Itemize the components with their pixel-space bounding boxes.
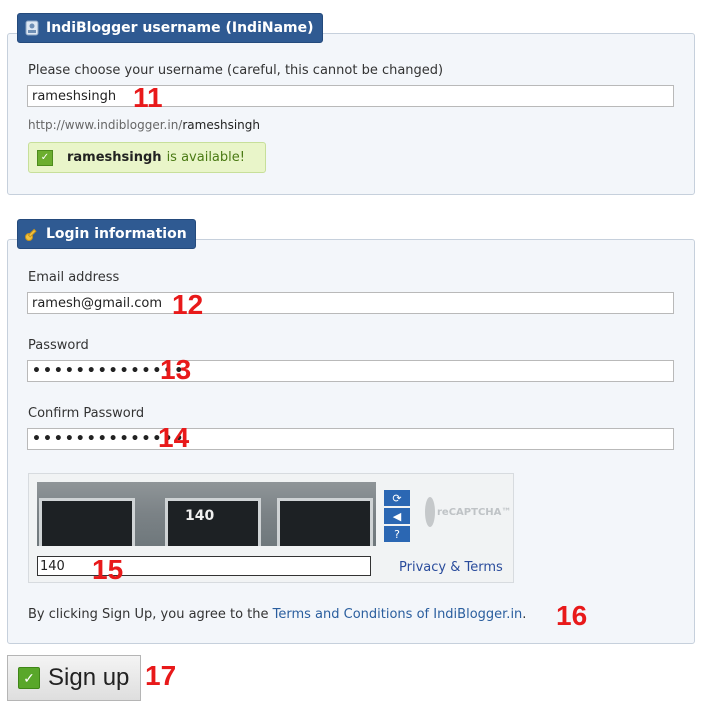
available-username: rameshsingh bbox=[67, 150, 162, 165]
indiname-legend-text: IndiBlogger username (IndiName) bbox=[46, 20, 314, 36]
privacy-terms-link[interactable]: Privacy & Terms bbox=[399, 560, 503, 575]
password-field[interactable]: •••••••••••••• bbox=[27, 360, 674, 382]
marker-16: 16 bbox=[556, 600, 588, 631]
marker-13: 13 bbox=[160, 354, 192, 385]
confirm-password-label: Confirm Password bbox=[28, 406, 145, 421]
help-icon[interactable]: ? bbox=[384, 526, 410, 542]
marker-12: 12 bbox=[172, 289, 204, 320]
email-label: Email address bbox=[28, 270, 120, 285]
agreement-prefix: By clicking Sign Up, you agree to the bbox=[28, 607, 273, 622]
check-icon: ✓ bbox=[18, 667, 40, 689]
captcha-image-text: 140 bbox=[185, 508, 215, 524]
captcha-input-value: 140 bbox=[40, 558, 65, 574]
email-field[interactable]: ramesh@gmail.com bbox=[27, 292, 674, 314]
marker-17: 17 bbox=[145, 660, 177, 691]
blog-url-prefix: http://www.indiblogger.in/ bbox=[28, 118, 183, 132]
marker-14: 14 bbox=[158, 422, 190, 453]
username-input[interactable]: rameshsingh bbox=[27, 85, 674, 107]
confirm-password-field[interactable]: •••••••••••••• bbox=[27, 428, 674, 450]
profile-card-icon bbox=[24, 20, 40, 36]
login-legend: Login information bbox=[17, 219, 196, 249]
signup-label: Sign up bbox=[48, 664, 130, 691]
captcha-image-window bbox=[277, 498, 373, 546]
blog-url: http://www.indiblogger.in/rameshsingh bbox=[28, 118, 260, 132]
password-label: Password bbox=[28, 338, 89, 353]
refresh-icon[interactable]: ⟳ bbox=[384, 490, 410, 506]
agreement-suffix: . bbox=[522, 607, 527, 622]
marker-11: 11 bbox=[133, 82, 163, 113]
indiname-legend: IndiBlogger username (IndiName) bbox=[17, 13, 323, 43]
email-value: ramesh@gmail.com bbox=[32, 295, 162, 311]
availability-badge: ✓ rameshsingh is available! bbox=[28, 142, 266, 173]
check-icon: ✓ bbox=[37, 149, 53, 166]
recaptcha-logo-text: reCAPTCHA™ bbox=[437, 506, 512, 518]
captcha-input[interactable]: 140 bbox=[37, 556, 371, 576]
audio-icon[interactable]: ◀ bbox=[384, 508, 410, 524]
captcha-image: 140 bbox=[37, 482, 376, 546]
recaptcha-logo: reCAPTCHA™ bbox=[425, 492, 511, 532]
username-value: rameshsingh bbox=[32, 88, 117, 104]
username-label: Please choose your username (careful, th… bbox=[28, 63, 444, 78]
captcha-image-window bbox=[39, 498, 135, 546]
blog-url-username: rameshsingh bbox=[182, 118, 260, 132]
available-text: is available! bbox=[166, 150, 245, 165]
terms-link[interactable]: Terms and Conditions of IndiBlogger.in bbox=[273, 607, 523, 622]
key-icon bbox=[24, 226, 40, 242]
agreement-text: By clicking Sign Up, you agree to the Te… bbox=[28, 607, 526, 622]
marker-15: 15 bbox=[92, 554, 124, 585]
recaptcha-logo-mark bbox=[425, 497, 435, 527]
signup-button[interactable]: ✓ Sign up bbox=[7, 655, 141, 701]
login-legend-text: Login information bbox=[46, 226, 187, 242]
